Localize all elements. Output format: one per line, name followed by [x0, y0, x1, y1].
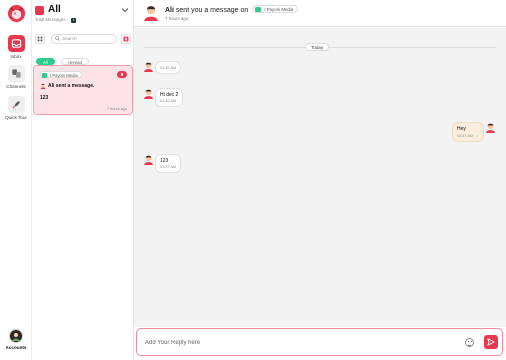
message-time: 01:37 AM	[457, 134, 474, 138]
filter-grid-button[interactable]	[35, 34, 45, 44]
message-avatar	[144, 89, 153, 99]
nav-item-inbox[interactable]: Inbox	[0, 35, 32, 59]
page-icon	[255, 7, 262, 12]
conversation-panel: All Total Messages : 1 Search All Unread…	[32, 0, 134, 360]
chat-source-label: / Payoni Media	[264, 7, 294, 12]
search-input[interactable]: Search	[51, 34, 117, 44]
search-placeholder: Search	[62, 36, 77, 41]
message-time: 01:36 AM	[160, 66, 177, 70]
check-icon: ✓	[476, 133, 480, 138]
message-time: 01:37 AM	[160, 165, 177, 169]
app-window: Inbox Channels Quick Tour Accounts All T…	[0, 0, 506, 360]
unread-tag-icon	[117, 71, 127, 78]
reply-input[interactable]	[145, 337, 445, 349]
conversation-preview: 123	[40, 95, 49, 101]
message-bubble[interactable]: 123 01:37 AM	[155, 154, 182, 173]
conversation-item[interactable]: / Payoni Media Ali sent a message. 123 7…	[33, 65, 133, 115]
search-icon	[55, 36, 60, 44]
conversation-time: 7 hours ago	[106, 107, 127, 111]
account-avatar	[9, 329, 23, 343]
total-messages-count: 1	[71, 18, 77, 23]
chevron-down-icon[interactable]	[121, 6, 129, 15]
filter-chip-all[interactable]: All	[36, 58, 55, 65]
nav-item-accounts[interactable]: Accounts	[0, 329, 32, 350]
chat-header-time: 7 hours ago	[165, 16, 189, 21]
chat-title: Ali sent you a message on / Payoni Media	[165, 5, 299, 14]
nav-item-label: Inbox	[10, 54, 22, 59]
chat-header: Ali sent you a message on / Payoni Media…	[134, 0, 506, 27]
message-text: Hey	[457, 126, 466, 132]
message-avatar-self	[486, 123, 495, 133]
conversation-source-label: / Payoni Media	[50, 73, 78, 78]
unread-tag-button[interactable]	[121, 34, 131, 44]
chat-source-badge: / Payoni Media	[252, 5, 299, 13]
conversation-title: Ali sent a message.	[48, 83, 95, 89]
emoji-icon[interactable]	[465, 338, 474, 347]
message-time-row: 01:37 AM ✓	[457, 133, 479, 138]
chat-header-text: sent you a message on	[175, 7, 249, 14]
filter-chip-unread[interactable]: Unread	[61, 58, 89, 65]
message-text: 123	[160, 158, 169, 164]
rocket-icon	[7, 96, 25, 113]
message-avatar	[144, 62, 153, 72]
sender-avatar	[40, 83, 46, 89]
message-bubble[interactable]: Hi dec 2 01:36 AM	[155, 88, 184, 107]
message-text: Hi dec 2	[160, 92, 179, 98]
chat-sender-name: Ali	[165, 7, 174, 14]
grid-icon	[37, 36, 43, 42]
contact-avatar[interactable]	[142, 3, 160, 21]
send-icon	[487, 338, 495, 346]
message-bubble-outgoing[interactable]: Hey 01:37 AM ✓	[452, 122, 485, 142]
account-label: Accounts	[5, 345, 27, 350]
filter-chips: All Unread	[36, 51, 91, 65]
message-avatar	[144, 155, 153, 165]
nav-rail: Inbox Channels Quick Tour Accounts	[0, 0, 32, 360]
panel-title: All	[48, 4, 61, 15]
panel-header: All Total Messages : 1	[35, 4, 131, 26]
send-button[interactable]	[484, 335, 498, 349]
chat-thread: Today 01:36 AM Hi dec 2 01:36 AM Hey 01:…	[134, 27, 506, 327]
inbox-icon	[7, 35, 25, 52]
page-icon	[42, 73, 47, 78]
message-bubble[interactable]: 01:36 AM	[155, 61, 182, 74]
app-logo	[7, 4, 26, 23]
nav-item-label: Channels	[6, 84, 26, 89]
nav-item-label: Quick Tour	[5, 115, 27, 120]
search-row: Search	[35, 34, 131, 45]
total-messages-label: Total Messages :	[35, 17, 68, 22]
message-time: 01:36 AM	[160, 99, 177, 103]
all-square-icon	[35, 6, 44, 15]
tag-icon	[123, 36, 129, 42]
channels-icon	[7, 65, 25, 82]
nav-item-quick-tour[interactable]: Quick Tour	[0, 96, 32, 120]
conversation-source: / Payoni Media	[40, 71, 82, 78]
nav-item-channels[interactable]: Channels	[0, 65, 32, 89]
reply-composer	[136, 328, 503, 356]
total-messages: Total Messages : 1	[35, 17, 77, 23]
day-label: Today	[305, 43, 330, 51]
